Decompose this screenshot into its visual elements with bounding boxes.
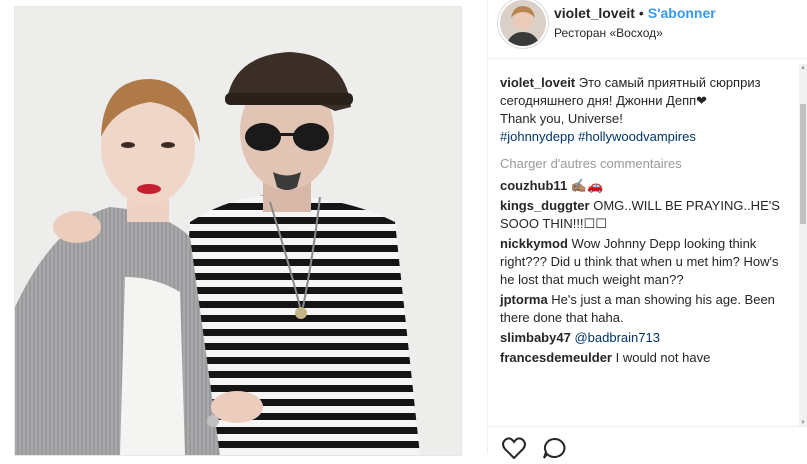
post-header: violet_loveit • S'abonner Ресторан «Восход…: [488, 0, 807, 59]
avatar[interactable]: [500, 0, 546, 46]
post-actions: [488, 426, 807, 460]
follow-button[interactable]: S'abonner: [648, 5, 716, 21]
comment-item: couzhub11 ✍🏽🚗: [500, 177, 796, 195]
post-photo[interactable]: [14, 6, 462, 456]
comments-scrollbar[interactable]: ▲ ▼: [799, 64, 807, 427]
caption-username[interactable]: violet_loveit: [500, 75, 575, 90]
post-location[interactable]: Ресторан «Восход»: [554, 26, 663, 40]
comments-section: violet_loveit Это самый приятный сюрприз…: [500, 74, 796, 369]
scroll-up-arrow-icon[interactable]: ▲: [799, 64, 807, 72]
comment-username[interactable]: kings_duggter: [500, 198, 590, 213]
comment-username[interactable]: francesdemeulder: [500, 350, 612, 365]
comment-item: slimbaby47 @badbrain713: [500, 329, 796, 347]
comment-item: jptorma He's just a man showing his age.…: [500, 291, 796, 327]
comment-text: I would not have: [615, 350, 711, 365]
comment-username[interactable]: slimbaby47: [500, 330, 571, 345]
heart-icon[interactable]: [502, 437, 526, 464]
comment-text: ✍🏽🚗: [570, 178, 604, 193]
caption-line2: Thank you, Universe!: [500, 111, 623, 126]
comment-mention[interactable]: @badbrain713: [574, 330, 659, 345]
comment-username[interactable]: nickkymod: [500, 236, 568, 251]
scrollbar-thumb[interactable]: [800, 104, 806, 224]
comment-item: francesdemeulder I would not have: [500, 349, 796, 367]
comment-icon[interactable]: [542, 437, 566, 464]
separator-dot: •: [638, 5, 644, 21]
caption-hashtags[interactable]: #johnnydepp #hollywoodvampires: [500, 129, 696, 144]
comment-username[interactable]: jptorma: [500, 292, 548, 307]
load-more-comments-button[interactable]: Charger d'autres commentaires: [500, 155, 796, 173]
panel-divider: [487, 0, 488, 454]
caption: violet_loveit Это самый приятный сюрприз…: [500, 74, 796, 146]
photo-image: [15, 7, 461, 455]
avatar-image: [500, 0, 546, 46]
comment-item: nickkymod Wow Johnny Depp looking think …: [500, 235, 796, 289]
comment-item: kings_duggter OMG..WILL BE PRAYING..HE'S…: [500, 197, 796, 233]
comment-username[interactable]: couzhub11: [500, 178, 567, 193]
post-username[interactable]: violet_loveit: [554, 5, 635, 21]
